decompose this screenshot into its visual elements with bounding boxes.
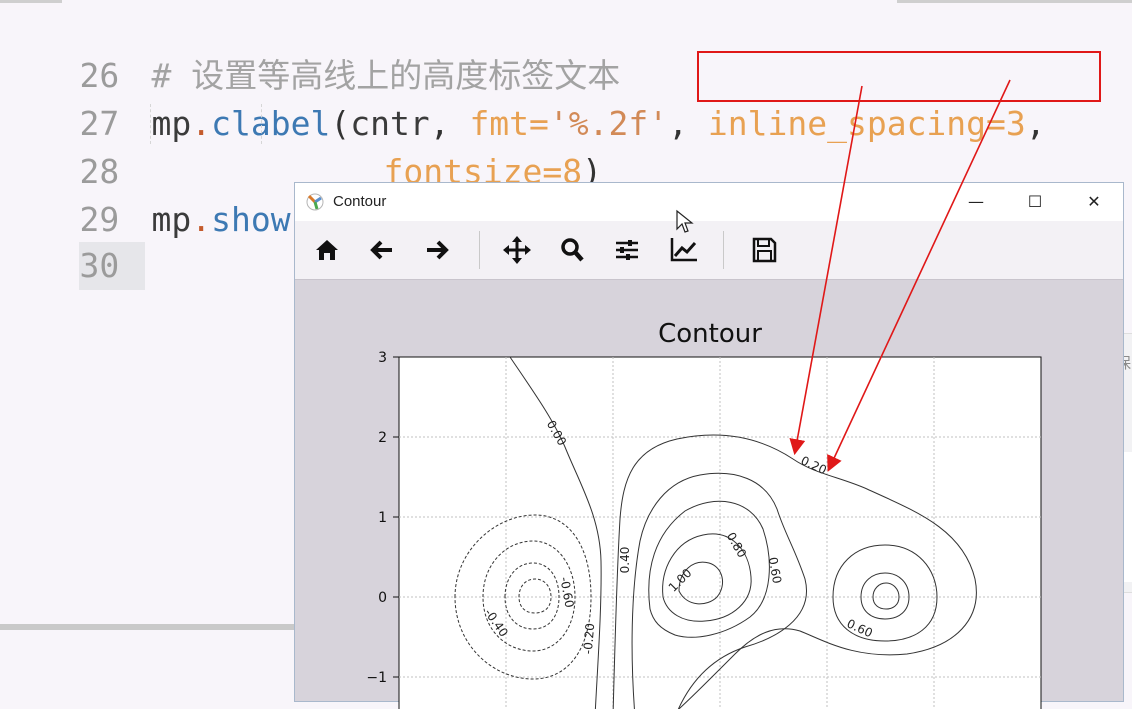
- annotation-arrow: [789, 85, 863, 456]
- annotation-arrow: [827, 79, 1011, 472]
- annotation-arrows: [789, 79, 1011, 472]
